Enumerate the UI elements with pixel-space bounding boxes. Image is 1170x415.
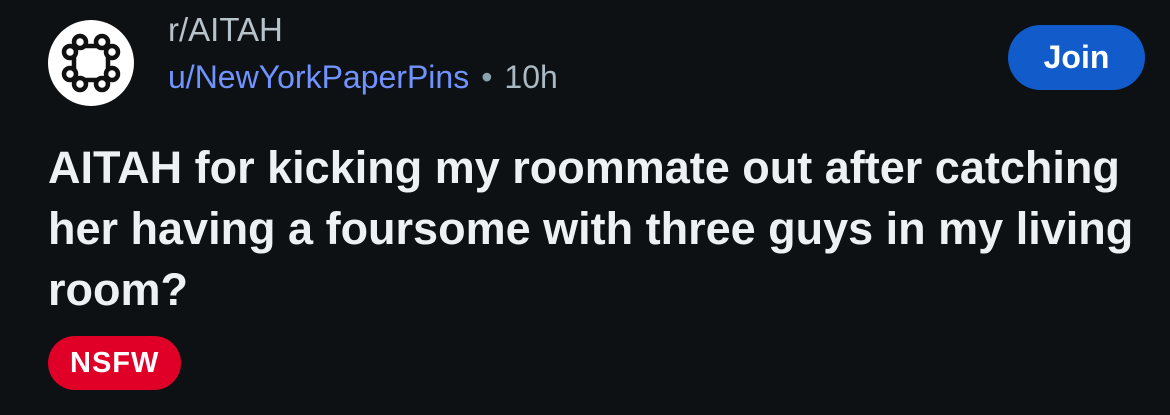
subreddit-avatar[interactable]: [48, 20, 134, 106]
join-button[interactable]: Join: [1008, 25, 1145, 90]
post-card: r/AITAH u/NewYorkPaperPins • 10h Join AITA…: [0, 0, 1170, 415]
nsfw-badge: NSFW: [48, 336, 182, 390]
author-link[interactable]: u/NewYorkPaperPins: [168, 59, 469, 95]
post-age: 10h: [504, 59, 558, 95]
meta-separator: •: [481, 59, 493, 95]
post-meta: u/NewYorkPaperPins • 10h: [168, 57, 558, 97]
subreddit-node-graph-icon: [61, 33, 121, 93]
subreddit-name[interactable]: r/AITAH: [168, 10, 283, 50]
post-title[interactable]: AITAH for kicking my roommate out after …: [48, 137, 1138, 320]
